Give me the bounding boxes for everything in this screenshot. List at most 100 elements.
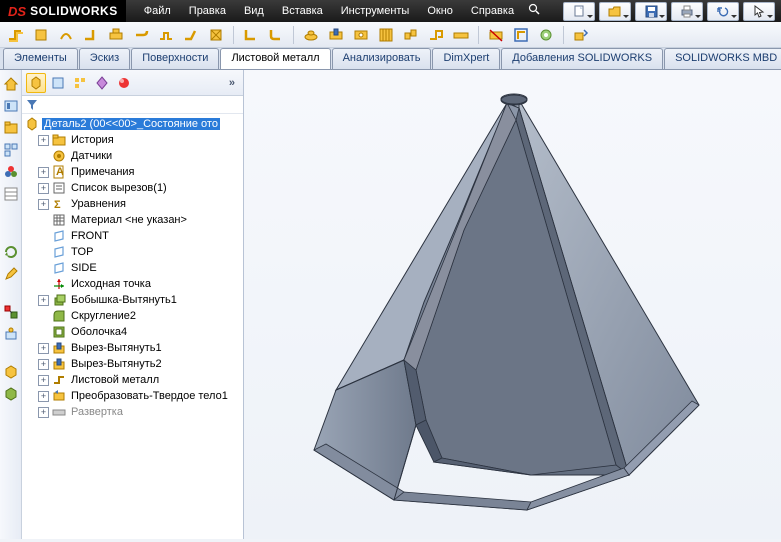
rail-home-icon[interactable] [3, 76, 19, 92]
forming-tool-button[interactable] [300, 25, 322, 45]
print-button[interactable] [671, 2, 703, 21]
rail-edit-icon[interactable] [3, 266, 19, 282]
rail-file-explorer-icon[interactable] [3, 120, 19, 136]
expand-icon[interactable]: + [38, 167, 49, 178]
sketched-bend-button[interactable] [180, 25, 202, 45]
tree-item[interactable]: FRONT [22, 228, 243, 244]
expand-icon[interactable]: + [38, 359, 49, 370]
tree-item[interactable]: +История [22, 132, 243, 148]
menu-help[interactable]: Справка [463, 3, 522, 19]
property-manager-tab[interactable] [48, 73, 68, 93]
fold-button[interactable] [425, 25, 447, 45]
rail-body-icon[interactable] [3, 386, 19, 402]
simple-hole-button[interactable] [350, 25, 372, 45]
logo-prefix: DS [8, 4, 26, 19]
config-manager-tab[interactable] [70, 73, 90, 93]
menu-file[interactable]: Файл [136, 3, 179, 19]
extruded-cut-button[interactable] [325, 25, 347, 45]
shell-icon [51, 325, 67, 339]
export-dxf-button[interactable] [570, 25, 592, 45]
rail-design-library-icon[interactable] [3, 98, 19, 114]
base-flange-button[interactable] [5, 25, 27, 45]
tree-item[interactable]: + Листовой металл [22, 372, 243, 388]
menu-tools[interactable]: Инструменты [333, 3, 418, 19]
dim-manager-tab[interactable] [92, 73, 112, 93]
select-button[interactable] [743, 2, 775, 21]
flatten-button[interactable] [450, 25, 472, 45]
insert-bends-button[interactable] [510, 25, 532, 45]
tree-item[interactable]: Оболочка4 [22, 324, 243, 340]
feature-filter-bar[interactable] [22, 96, 243, 114]
expand-icon[interactable]: + [38, 135, 49, 146]
undo-button[interactable] [707, 2, 739, 21]
tree-item[interactable]: SIDE [22, 260, 243, 276]
expand-icon[interactable]: + [38, 407, 49, 418]
closed-corner-button[interactable] [240, 25, 262, 45]
feature-tree-tab[interactable] [26, 73, 46, 93]
tab-evaluate[interactable]: Анализировать [332, 48, 432, 69]
main-area: » Деталь2 (00<<00>_Состояние ото +Истори… [0, 70, 781, 539]
expand-icon[interactable]: + [38, 199, 49, 210]
save-button[interactable] [635, 2, 667, 21]
rail-display-state-icon[interactable] [3, 326, 19, 342]
rail-rebuild-icon[interactable] [3, 244, 19, 260]
panel-expand-button[interactable]: » [225, 77, 239, 89]
tree-item[interactable]: + Развертка [22, 404, 243, 420]
edge-flange-button[interactable] [80, 25, 102, 45]
tab-dimxpert[interactable]: DimXpert [432, 48, 500, 69]
tree-item[interactable]: +AПримечания [22, 164, 243, 180]
tree-item[interactable]: +ΣУравнения [22, 196, 243, 212]
model-render [244, 70, 781, 539]
no-bends-button[interactable] [485, 25, 507, 45]
miter-flange-button[interactable] [105, 25, 127, 45]
rail-appearances-icon[interactable] [3, 164, 19, 180]
corner-relief-button[interactable] [265, 25, 287, 45]
display-manager-tab[interactable] [114, 73, 134, 93]
tree-item[interactable]: Исходная точка [22, 276, 243, 292]
rail-custom-props-icon[interactable] [3, 186, 19, 202]
tree-item[interactable]: +Вырез-Вытянуть1 [22, 340, 243, 356]
tab-mbd[interactable]: SOLIDWORKS MBD [664, 48, 781, 69]
cross-break-button[interactable] [205, 25, 227, 45]
graphics-viewport[interactable] [244, 70, 781, 539]
hem-button[interactable] [130, 25, 152, 45]
jog-button[interactable] [155, 25, 177, 45]
rip-button[interactable] [535, 25, 557, 45]
vent-button[interactable] [375, 25, 397, 45]
tree-item[interactable]: +Преобразовать-Твердое тело1 [22, 388, 243, 404]
tree-item[interactable]: +Вырез-Вытянуть2 [22, 356, 243, 372]
tab-surfaces[interactable]: Поверхности [131, 48, 219, 69]
menu-window[interactable]: Окно [419, 3, 461, 19]
tree-item-label: Развертка [69, 406, 125, 418]
rail-part-icon[interactable] [3, 364, 19, 380]
menu-insert[interactable]: Вставка [274, 3, 331, 19]
tab-addins[interactable]: Добавления SOLIDWORKS [501, 48, 663, 69]
tree-item[interactable]: +Бобышка-Вытянуть1 [22, 292, 243, 308]
expand-icon[interactable]: + [38, 391, 49, 402]
expand-icon[interactable]: + [38, 375, 49, 386]
tree-item[interactable]: TOP [22, 244, 243, 260]
convert-button[interactable] [30, 25, 52, 45]
tree-item[interactable]: Материал <не указан> [22, 212, 243, 228]
unfold-button[interactable] [400, 25, 422, 45]
tab-elements[interactable]: Элементы [3, 48, 78, 69]
tree-root-part[interactable]: Деталь2 (00<<00>_Состояние ото [22, 116, 243, 132]
rail-view-palette-icon[interactable] [3, 142, 19, 158]
tree-item-label: Листовой металл [69, 374, 161, 386]
chevron-down-icon [587, 15, 593, 18]
expand-icon[interactable]: + [38, 295, 49, 306]
tab-sketch[interactable]: Эскиз [79, 48, 130, 69]
tree-item[interactable]: Датчики [22, 148, 243, 164]
open-button[interactable] [599, 2, 631, 21]
lofted-bend-button[interactable] [55, 25, 77, 45]
rail-config-icon[interactable] [3, 304, 19, 320]
tree-item[interactable]: Скругление2 [22, 308, 243, 324]
menu-search-icon[interactable] [524, 1, 545, 21]
menu-view[interactable]: Вид [236, 3, 272, 19]
expand-icon[interactable]: + [38, 343, 49, 354]
tab-sheet-metal[interactable]: Листовой металл [220, 48, 330, 69]
new-button[interactable] [563, 2, 595, 21]
menu-edit[interactable]: Правка [181, 3, 234, 19]
tree-item[interactable]: +Список вырезов(1) [22, 180, 243, 196]
expand-icon[interactable]: + [38, 183, 49, 194]
